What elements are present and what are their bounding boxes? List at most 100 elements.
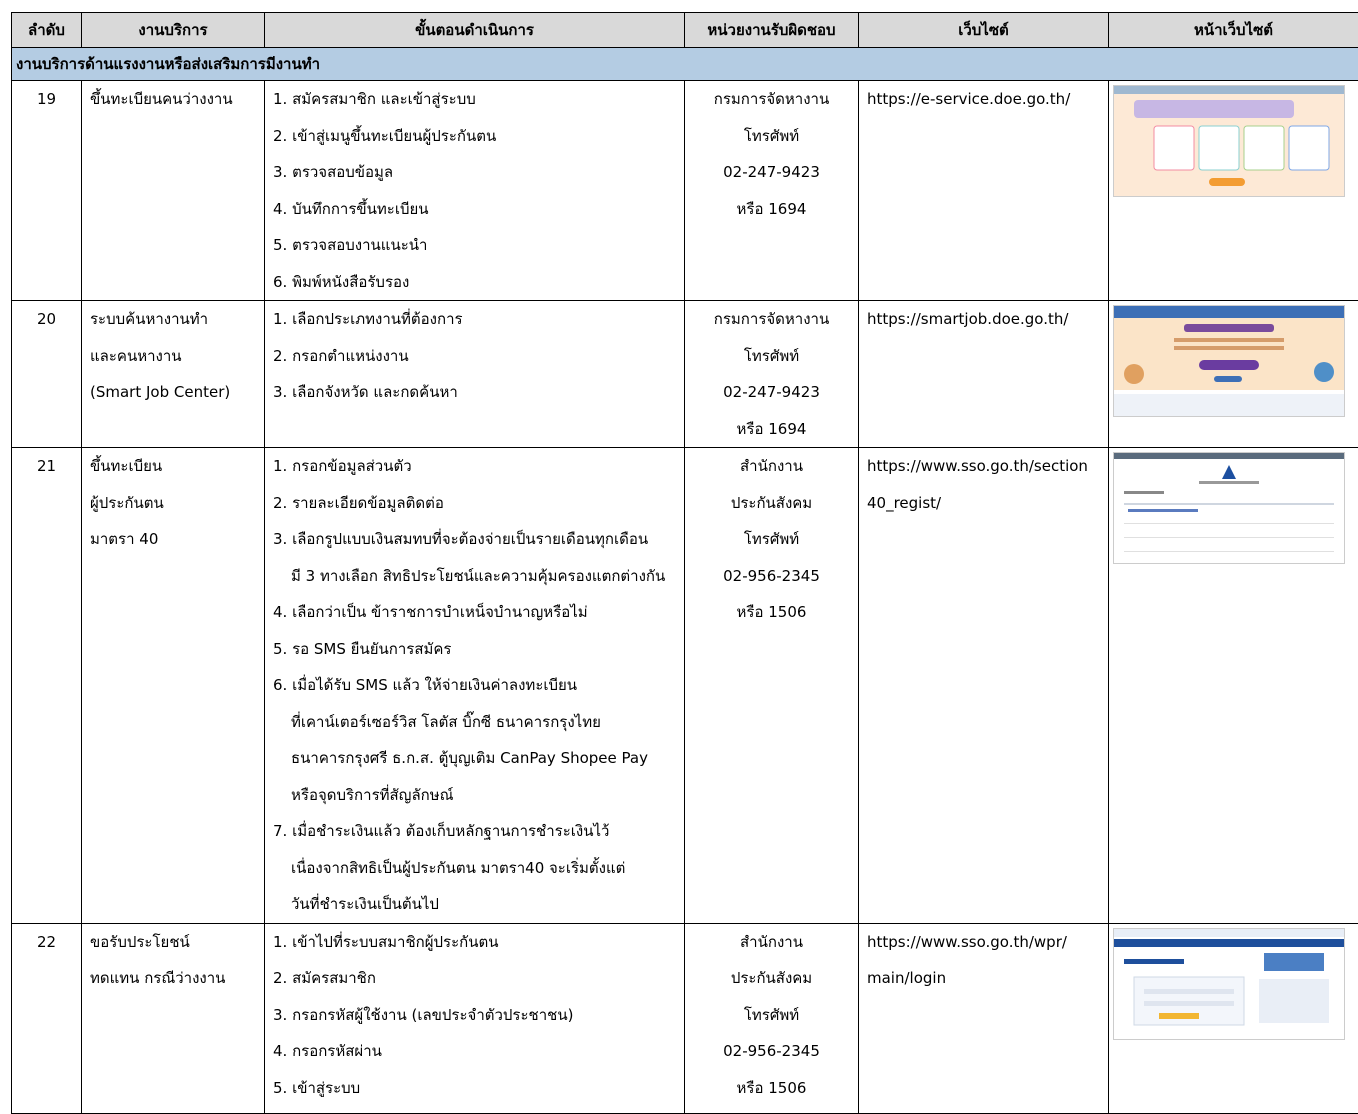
- agency-line: โทรศัพท์: [693, 521, 850, 558]
- service-line: ทดแทน กรณีว่างงาน: [90, 960, 256, 997]
- website-cell[interactable]: https://smartjob.doe.go.th/: [859, 301, 1109, 448]
- col-header-order: ลำดับ: [12, 13, 82, 48]
- agency-line: กรมการจัดหางาน: [693, 301, 850, 338]
- agency-cell: กรมการจัดหางาน โทรศัพท์ 02-247-9423 หรือ…: [685, 81, 859, 301]
- step-line: 4. บันทึกการขึ้นทะเบียน: [273, 191, 676, 228]
- website-screenshot: [1109, 81, 1358, 301]
- website-link[interactable]: https://www.sso.go.th/wpr/: [867, 924, 1100, 961]
- step-line: ที่เคาน์เตอร์เซอร์วิส โลตัส บิ๊กซี ธนาคา…: [273, 704, 676, 741]
- step-line: 7. เมื่อชำระเงินแล้ว ต้องเก็บหลักฐานการช…: [273, 813, 676, 850]
- website-link[interactable]: https://e-service.doe.go.th/: [867, 81, 1100, 118]
- step-line: 1. เข้าไปที่ระบบสมาชิกผู้ประกันตน: [273, 924, 676, 961]
- step-line: 3. เลือกรูปแบบเงินสมทบที่จะต้องจ่ายเป็นร…: [273, 521, 676, 558]
- service-line: ขึ้นทะเบียนคนว่างงาน: [90, 81, 256, 118]
- service-line: และคนหางาน: [90, 338, 256, 375]
- step-line: 3. กรอกรหัสผู้ใช้งาน (เลขประจำตัวประชาชน…: [273, 997, 676, 1034]
- doe-eservice-screenshot-image: [1113, 85, 1345, 197]
- step-line: 2. รายละเอียดข้อมูลติดต่อ: [273, 485, 676, 522]
- agency-line: สำนักงาน: [693, 448, 850, 485]
- website-screenshot: [1109, 923, 1358, 1113]
- step-line: วันที่ชำระเงินเป็นต้นไป: [273, 886, 676, 923]
- step-line: 1. กรอกข้อมูลส่วนตัว: [273, 448, 676, 485]
- col-header-steps: ขั้นตอนดำเนินการ: [265, 13, 685, 48]
- step-line: 4. เลือกว่าเป็น ข้าราชการบำเหน็จบำนาญหรื…: [273, 594, 676, 631]
- agency-line: 02-956-2345: [693, 558, 850, 595]
- service-name: ขึ้นทะเบียนคนว่างงาน: [82, 81, 265, 301]
- service-line: ขอรับประโยชน์: [90, 924, 256, 961]
- service-line: ขึ้นทะเบียน: [90, 448, 256, 485]
- steps-cell: 1. เข้าไปที่ระบบสมาชิกผู้ประกันตน 2. สมั…: [265, 923, 685, 1113]
- step-line: ธนาคารกรุงศรี ธ.ก.ส. ตู้บุญเติม CanPay S…: [273, 740, 676, 777]
- website-link[interactable]: main/login: [867, 960, 1100, 997]
- row-number: 19: [12, 81, 82, 301]
- service-line: ระบบค้นหางานทำ: [90, 301, 256, 338]
- row-number: 22: [12, 923, 82, 1113]
- steps-cell: 1. เลือกประเภทงานที่ต้องการ 2. กรอกตำแหน…: [265, 301, 685, 448]
- service-name: ขึ้นทะเบียน ผู้ประกันตน มาตรา 40: [82, 448, 265, 924]
- agency-line: 02-247-9423: [693, 154, 850, 191]
- services-table: ลำดับ งานบริการ ขั้นตอนดำเนินการ หน่วยงา…: [11, 12, 1358, 1114]
- agency-line: โทรศัพท์: [693, 338, 850, 375]
- table-row: 21 ขึ้นทะเบียน ผู้ประกันตน มาตรา 40 1. ก…: [12, 448, 1358, 924]
- step-line: 4. กรอกรหัสผ่าน: [273, 1033, 676, 1070]
- service-name: ระบบค้นหางานทำ และคนหางาน (Smart Job Cen…: [82, 301, 265, 448]
- agency-line: หรือ 1694: [693, 411, 850, 448]
- agency-cell: สำนักงาน ประกันสังคม โทรศัพท์ 02-956-234…: [685, 448, 859, 924]
- agency-line: โทรศัพท์: [693, 118, 850, 155]
- col-header-screenshot: หน้าเว็บไซต์: [1109, 13, 1358, 48]
- step-line: 3. ตรวจสอบข้อมูล: [273, 154, 676, 191]
- row-number: 20: [12, 301, 82, 448]
- step-line: หรือจุดบริการที่สัญลักษณ์: [273, 777, 676, 814]
- agency-line: หรือ 1694: [693, 191, 850, 228]
- website-link[interactable]: 40_regist/: [867, 485, 1100, 522]
- agency-line: ประกันสังคม: [693, 485, 850, 522]
- agency-line: โทรศัพท์: [693, 997, 850, 1034]
- agency-cell: กรมการจัดหางาน โทรศัพท์ 02-247-9423 หรือ…: [685, 301, 859, 448]
- step-line: เนื่องจากสิทธิเป็นผู้ประกันตน มาตรา40 จะ…: [273, 850, 676, 887]
- table-row: 22 ขอรับประโยชน์ ทดแทน กรณีว่างงาน 1. เข…: [12, 923, 1358, 1113]
- step-line: 1. สมัครสมาชิก และเข้าสู่ระบบ: [273, 81, 676, 118]
- website-screenshot: [1109, 448, 1358, 924]
- step-line: 6. เมื่อได้รับ SMS แล้ว ให้จ่ายเงินค่าลง…: [273, 667, 676, 704]
- step-line: 2. กรอกตำแหน่งงาน: [273, 338, 676, 375]
- steps-cell: 1. สมัครสมาชิก และเข้าสู่ระบบ 2. เข้าสู่…: [265, 81, 685, 301]
- website-cell[interactable]: https://e-service.doe.go.th/: [859, 81, 1109, 301]
- service-line: (Smart Job Center): [90, 374, 256, 411]
- agency-line: 02-956-2345: [693, 1033, 850, 1070]
- service-line: ผู้ประกันตน: [90, 485, 256, 522]
- step-line: 1. เลือกประเภทงานที่ต้องการ: [273, 301, 676, 338]
- table-row: 19 ขึ้นทะเบียนคนว่างงาน 1. สมัครสมาชิก แ…: [12, 81, 1358, 301]
- service-line: มาตรา 40: [90, 521, 256, 558]
- col-header-website: เว็บไซต์: [859, 13, 1109, 48]
- step-line: 5. ตรวจสอบงานแนะนำ: [273, 227, 676, 264]
- col-header-service: งานบริการ: [82, 13, 265, 48]
- website-cell[interactable]: https://www.sso.go.th/section 40_regist/: [859, 448, 1109, 924]
- col-header-agency: หน่วยงานรับผิดชอบ: [685, 13, 859, 48]
- step-line: 3. เลือกจังหวัด และกดค้นหา: [273, 374, 676, 411]
- step-line: 5. รอ SMS ยืนยันการสมัคร: [273, 631, 676, 668]
- website-screenshot: [1109, 301, 1358, 448]
- sso-section40-screenshot-image: [1113, 452, 1345, 564]
- table-row: 20 ระบบค้นหางานทำ และคนหางาน (Smart Job …: [12, 301, 1358, 448]
- agency-line: หรือ 1506: [693, 594, 850, 631]
- agency-line: กรมการจัดหางาน: [693, 81, 850, 118]
- website-cell[interactable]: https://www.sso.go.th/wpr/ main/login: [859, 923, 1109, 1113]
- step-line: 2. เข้าสู่เมนูขึ้นทะเบียนผู้ประกันตน: [273, 118, 676, 155]
- website-link[interactable]: https://smartjob.doe.go.th/: [867, 301, 1100, 338]
- step-line: มี 3 ทางเลือก สิทธิประโยชน์และความคุ้มคร…: [273, 558, 676, 595]
- sso-login-screenshot-image: [1113, 928, 1345, 1040]
- agency-line: ประกันสังคม: [693, 960, 850, 997]
- agency-cell: สำนักงาน ประกันสังคม โทรศัพท์ 02-956-234…: [685, 923, 859, 1113]
- service-name: ขอรับประโยชน์ ทดแทน กรณีว่างงาน: [82, 923, 265, 1113]
- step-line: 2. สมัครสมาชิก: [273, 960, 676, 997]
- row-number: 21: [12, 448, 82, 924]
- section-title: งานบริการด้านแรงงานหรือส่งเสริมการมีงานท…: [12, 48, 1358, 81]
- step-line: 6. พิมพ์หนังสือรับรอง: [273, 264, 676, 301]
- header-row: ลำดับ งานบริการ ขั้นตอนดำเนินการ หน่วยงา…: [12, 13, 1358, 48]
- smartjob-screenshot-image: [1113, 305, 1345, 417]
- agency-line: สำนักงาน: [693, 924, 850, 961]
- steps-cell: 1. กรอกข้อมูลส่วนตัว 2. รายละเอียดข้อมูล…: [265, 448, 685, 924]
- section-row: งานบริการด้านแรงงานหรือส่งเสริมการมีงานท…: [12, 48, 1358, 81]
- agency-line: 02-247-9423: [693, 374, 850, 411]
- website-link[interactable]: https://www.sso.go.th/section: [867, 448, 1100, 485]
